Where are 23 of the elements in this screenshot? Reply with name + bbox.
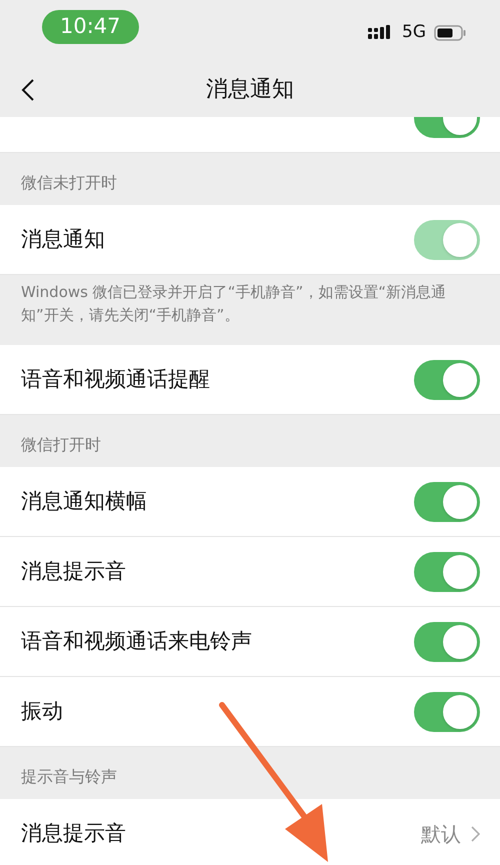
note-text: Windows 微信已登录并开启了“手机静音”，如需设置“新消息通知”开关，请先关闭“手机静音”。 — [21, 282, 448, 326]
setting-label: 消息通知 — [21, 226, 105, 253]
setting-label: 语音和视频通话提醒 — [21, 366, 210, 393]
status-time: 10:47 — [42, 10, 139, 44]
toggle-switch[interactable] — [414, 692, 480, 732]
setting-label: 语音和视频通话来电铃声 — [21, 628, 252, 655]
setting-label: 消息通知横幅 — [21, 488, 147, 515]
setting-label: 消息提示音 — [21, 558, 126, 585]
network-type: 5G — [402, 21, 426, 44]
toggle-switch[interactable] — [414, 622, 480, 662]
page-title: 消息通知 — [206, 76, 294, 104]
back-icon[interactable] — [21, 78, 35, 102]
battery-icon — [434, 25, 466, 41]
toggle-switch[interactable] — [414, 552, 480, 592]
section-header: 微信未打开时 — [21, 172, 117, 194]
section-header: 提示音与铃声 — [21, 766, 117, 788]
chevron-icon — [471, 826, 480, 842]
setting-value: 默认 — [421, 820, 461, 848]
setting-label: 振动 — [21, 698, 63, 725]
section-header: 微信打开时 — [21, 434, 101, 456]
toggle-switch[interactable] — [414, 360, 480, 400]
toggle-switch[interactable] — [414, 482, 480, 522]
setting-label: 消息提示音 — [21, 820, 126, 847]
